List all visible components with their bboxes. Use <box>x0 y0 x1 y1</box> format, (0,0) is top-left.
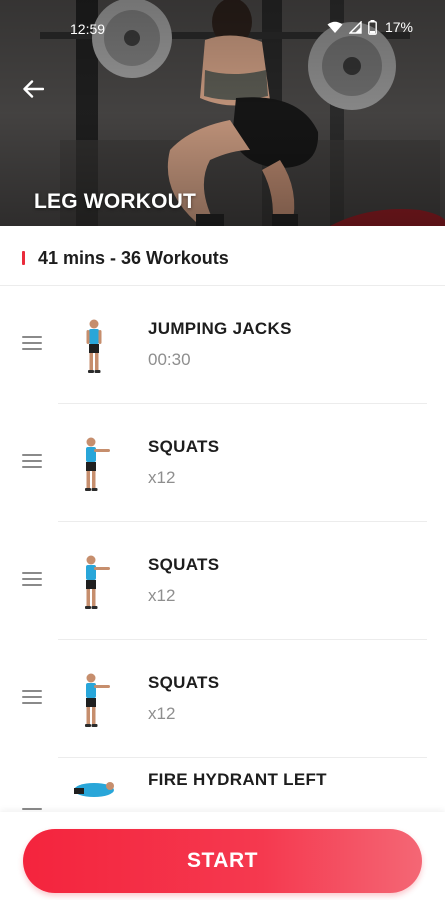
drag-handle-icon[interactable] <box>22 690 42 706</box>
exercise-name: SQUATS <box>148 673 220 692</box>
fire-hydrant-thumbnail <box>74 782 114 797</box>
exercise-item[interactable]: SQUATS x12 <box>0 640 445 758</box>
squats-thumbnail <box>85 437 110 491</box>
battery-percentage: 17% <box>384 19 413 35</box>
squats-thumbnail <box>85 555 110 609</box>
exercise-item[interactable]: SQUATS x12 <box>0 404 445 522</box>
workout-summary: 41 mins - 36 Workouts <box>0 226 445 286</box>
drag-handle-icon[interactable] <box>22 454 42 470</box>
drag-handle-icon[interactable] <box>22 572 42 588</box>
status-bar: 12:59 17% <box>0 0 445 58</box>
exercise-name: FIRE HYDRANT LEFT <box>148 770 327 789</box>
exercise-name: SQUATS <box>148 555 220 574</box>
drag-handle-icon[interactable] <box>22 336 42 352</box>
arrow-left-icon <box>23 80 44 98</box>
summary-accent-bar <box>22 251 25 265</box>
status-time: 12:59 <box>70 21 106 37</box>
jumping-jacks-thumbnail <box>86 319 102 373</box>
exercise-item[interactable]: JUMPING JACKS 00:30 <box>0 286 445 404</box>
page-title: LEG WORKOUT <box>34 190 197 213</box>
status-icons: 17% <box>327 19 413 35</box>
battery-icon <box>368 19 377 35</box>
squats-thumbnail <box>85 673 110 727</box>
exercise-item[interactable]: SQUATS x12 <box>0 522 445 640</box>
start-button[interactable]: START <box>23 829 422 893</box>
signal-icon <box>348 20 362 34</box>
summary-text: 41 mins - 36 Workouts <box>38 248 229 268</box>
hero-banner: 12:59 17% LEG WORKOUT <box>0 0 445 226</box>
exercise-name: SQUATS <box>148 437 220 456</box>
exercise-detail: 00:30 <box>148 350 191 369</box>
exercise-item[interactable]: FIRE HYDRANT LEFT <box>0 758 445 812</box>
wifi-icon <box>327 21 343 33</box>
exercise-list[interactable]: JUMPING JACKS 00:30 SQUATS x12 SQUATS x1… <box>0 286 445 812</box>
bottom-action-bar: START <box>0 812 445 900</box>
exercise-name: JUMPING JACKS <box>148 319 292 338</box>
exercise-detail: x12 <box>148 586 176 605</box>
exercise-detail: x12 <box>148 704 176 723</box>
back-button[interactable] <box>16 72 50 106</box>
exercise-detail: x12 <box>148 468 176 487</box>
